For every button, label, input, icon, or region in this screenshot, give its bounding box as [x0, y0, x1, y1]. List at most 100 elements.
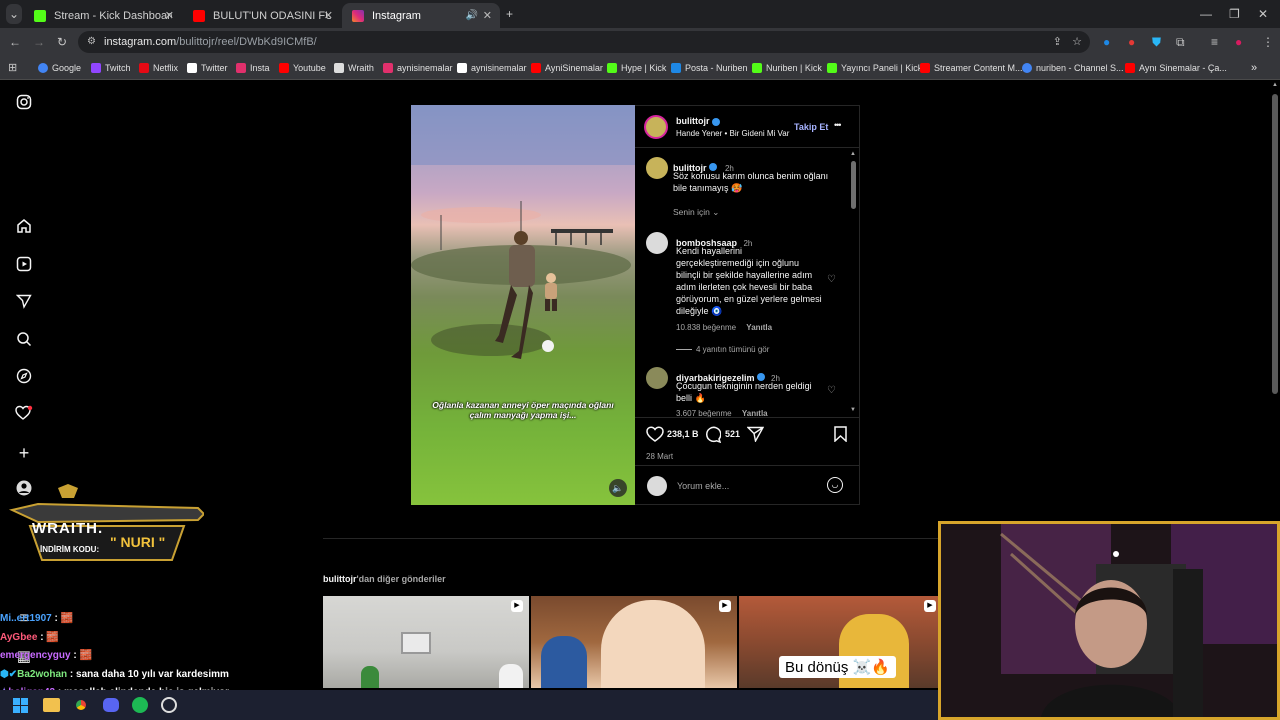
- explore-icon[interactable]: [14, 368, 34, 388]
- apps-grid-icon[interactable]: ⊞: [8, 54, 17, 82]
- close-tab-icon[interactable]: ✕: [165, 9, 174, 22]
- bookmark-streamer-content[interactable]: Streamer Content M...: [920, 56, 1023, 80]
- bookmark-nuriben-kick[interactable]: Nuriben | Kick: [752, 56, 822, 80]
- reply-button[interactable]: Yanıtla: [746, 323, 772, 332]
- minimize-icon[interactable]: —: [1200, 0, 1212, 28]
- comment-count[interactable]: 521: [725, 429, 740, 439]
- page-scroll-up-icon[interactable]: ▲: [1272, 82, 1278, 88]
- profile-avatar-icon[interactable]: ●: [1235, 28, 1242, 56]
- reload-icon[interactable]: ↻: [57, 28, 67, 56]
- bookmark-aynisinemalar-ig[interactable]: aynisinemalar: [383, 56, 453, 80]
- instagram-logo-icon[interactable]: [14, 94, 34, 114]
- close-tab-icon[interactable]: ✕: [324, 9, 333, 22]
- bookmark-star-icon[interactable]: ☆: [1072, 31, 1082, 53]
- bookmark-aynisinemalar-x[interactable]: aynisinemalar: [457, 56, 527, 80]
- comment-icon[interactable]: [704, 426, 722, 448]
- bookmark-insta[interactable]: Insta: [236, 56, 270, 80]
- like-count[interactable]: 238,1 B: [667, 429, 699, 439]
- extensions-puzzle-icon[interactable]: ⧉: [1176, 28, 1185, 56]
- bookmark-google[interactable]: Google: [38, 56, 81, 80]
- close-window-icon[interactable]: ✕: [1258, 0, 1268, 28]
- direct-messages-icon[interactable]: [14, 293, 34, 313]
- comment-input[interactable]: Yorum ekle...: [677, 481, 729, 491]
- follow-button[interactable]: Takip Et: [794, 122, 828, 132]
- sort-dropdown[interactable]: Senin için ⌄: [673, 207, 719, 218]
- like-icon[interactable]: [646, 426, 664, 447]
- file-explorer-icon[interactable]: [43, 698, 60, 712]
- search-icon[interactable]: [14, 331, 34, 351]
- post-thumbnail-1[interactable]: ▶: [323, 596, 529, 688]
- tab-list-icon[interactable]: ⌄: [6, 4, 22, 24]
- comments-scrollbar[interactable]: ▲ ▼: [850, 151, 858, 416]
- thumb-figure: [541, 636, 587, 688]
- scroll-up-icon[interactable]: ▲: [850, 151, 856, 157]
- emoji-icon[interactable]: ◡: [827, 477, 843, 493]
- bookmark-twitter[interactable]: Twitter: [187, 56, 228, 80]
- tab-youtube[interactable]: BULUT'UN ODASINI FUTBOL SA ✕: [183, 3, 341, 28]
- back-icon[interactable]: ←: [9, 28, 21, 56]
- bookmark-wraith[interactable]: Wraith: [334, 56, 374, 80]
- extension-shield-icon[interactable]: ⛊: [1152, 28, 1161, 56]
- tab-instagram[interactable]: Instagram 🔊 ✕: [342, 3, 500, 28]
- browser-menu-icon[interactable]: ⋮: [1262, 28, 1274, 56]
- reel-video[interactable]: Oğlanla kazanan anneyi öper maçında oğla…: [411, 105, 635, 505]
- page-scroll-thumb[interactable]: [1272, 94, 1278, 394]
- scroll-down-icon[interactable]: ▼: [850, 407, 856, 413]
- chat-message: AyGbee : 🧱: [0, 631, 59, 643]
- post-thumbnail-2[interactable]: ▶: [531, 596, 737, 688]
- save-icon[interactable]: [834, 426, 847, 447]
- more-options-icon[interactable]: •••: [834, 120, 842, 130]
- share-icon[interactable]: [746, 426, 765, 447]
- post-actions: 238,1 B 521 28 Mart: [635, 417, 860, 465]
- post-date: 28 Mart: [646, 452, 674, 461]
- audio-playing-icon[interactable]: 🔊: [466, 10, 478, 21]
- chrome-icon[interactable]: [73, 697, 89, 713]
- bookmark-twitch[interactable]: Twitch: [91, 56, 131, 80]
- scroll-thumb[interactable]: [851, 161, 856, 209]
- bookmark-posta[interactable]: Posta - Nuriben: [671, 56, 748, 80]
- page-scrollbar[interactable]: ▲: [1271, 82, 1279, 520]
- reading-list-icon[interactable]: ≡: [1211, 28, 1218, 56]
- forward-icon[interactable]: →: [33, 28, 45, 56]
- create-post-icon[interactable]: +: [14, 443, 34, 463]
- extension-red-icon[interactable]: ●: [1128, 28, 1135, 56]
- discord-icon[interactable]: [103, 698, 119, 712]
- bookmark-aynisinemalar-yt[interactable]: AyniSinemalar: [531, 56, 603, 80]
- twitch-icon: [91, 63, 101, 73]
- like-comment-icon[interactable]: ♡: [827, 274, 836, 285]
- reply-button[interactable]: Yanıtla: [742, 409, 768, 417]
- obs-icon[interactable]: [161, 697, 177, 713]
- bookmark-youtube[interactable]: Youtube: [279, 56, 326, 80]
- address-bar[interactable]: ⚙ instagram.com/bulittojr/reel/DWbKd9ICM…: [78, 31, 1090, 53]
- comments-list: bulittojr 2h Söz konusu karım olunca ben…: [635, 149, 849, 417]
- tab-kick-dashboard[interactable]: Stream - Kick Dashboard ✕: [24, 3, 182, 28]
- bookmark-yayinci-paneli[interactable]: Yayıncı Paneli | Kick: [827, 56, 922, 80]
- reels-icon[interactable]: [14, 256, 34, 276]
- new-tab-icon[interactable]: +: [506, 0, 513, 28]
- home-icon[interactable]: [14, 218, 34, 238]
- post-thumbnail-3[interactable]: ▶ Bu dönüş ☠️🔥: [739, 596, 938, 688]
- author-username[interactable]: bulittojr: [676, 116, 720, 126]
- audio-track[interactable]: Hande Yener • Bir Gideni Mi Var: [676, 129, 789, 138]
- extension-edge-icon[interactable]: ●: [1103, 28, 1110, 56]
- caption-author-avatar[interactable]: [646, 157, 668, 179]
- like-comment-icon[interactable]: ♡: [827, 385, 836, 396]
- notifications-heart-icon[interactable]: [14, 405, 34, 425]
- windows-start-icon[interactable]: [13, 698, 28, 713]
- mute-icon[interactable]: 🔈: [609, 479, 627, 497]
- bookmark-nuriben-channel[interactable]: nuriben - Channel S...: [1022, 56, 1124, 80]
- view-replies-button[interactable]: 4 yanıtın tümünü gör: [676, 345, 769, 354]
- more-bookmarks-icon[interactable]: »: [1251, 56, 1257, 80]
- bookmark-ayni-sinemalar[interactable]: Aynı Sinemalar - Ça...: [1125, 56, 1227, 80]
- install-app-icon[interactable]: ⇪: [1053, 31, 1062, 53]
- maximize-icon[interactable]: ❐: [1229, 0, 1240, 28]
- commenter-avatar[interactable]: [646, 232, 668, 254]
- author-avatar[interactable]: [644, 115, 668, 139]
- commenter-avatar[interactable]: [646, 367, 668, 389]
- close-tab-icon[interactable]: ✕: [483, 9, 492, 22]
- spotify-icon[interactable]: [132, 697, 148, 713]
- site-info-icon[interactable]: ⚙: [87, 31, 96, 53]
- bookmark-hype-kick[interactable]: Hype | Kick: [607, 56, 666, 80]
- bookmark-netflix[interactable]: Netflix: [139, 56, 178, 80]
- youtube-icon: [279, 63, 289, 73]
